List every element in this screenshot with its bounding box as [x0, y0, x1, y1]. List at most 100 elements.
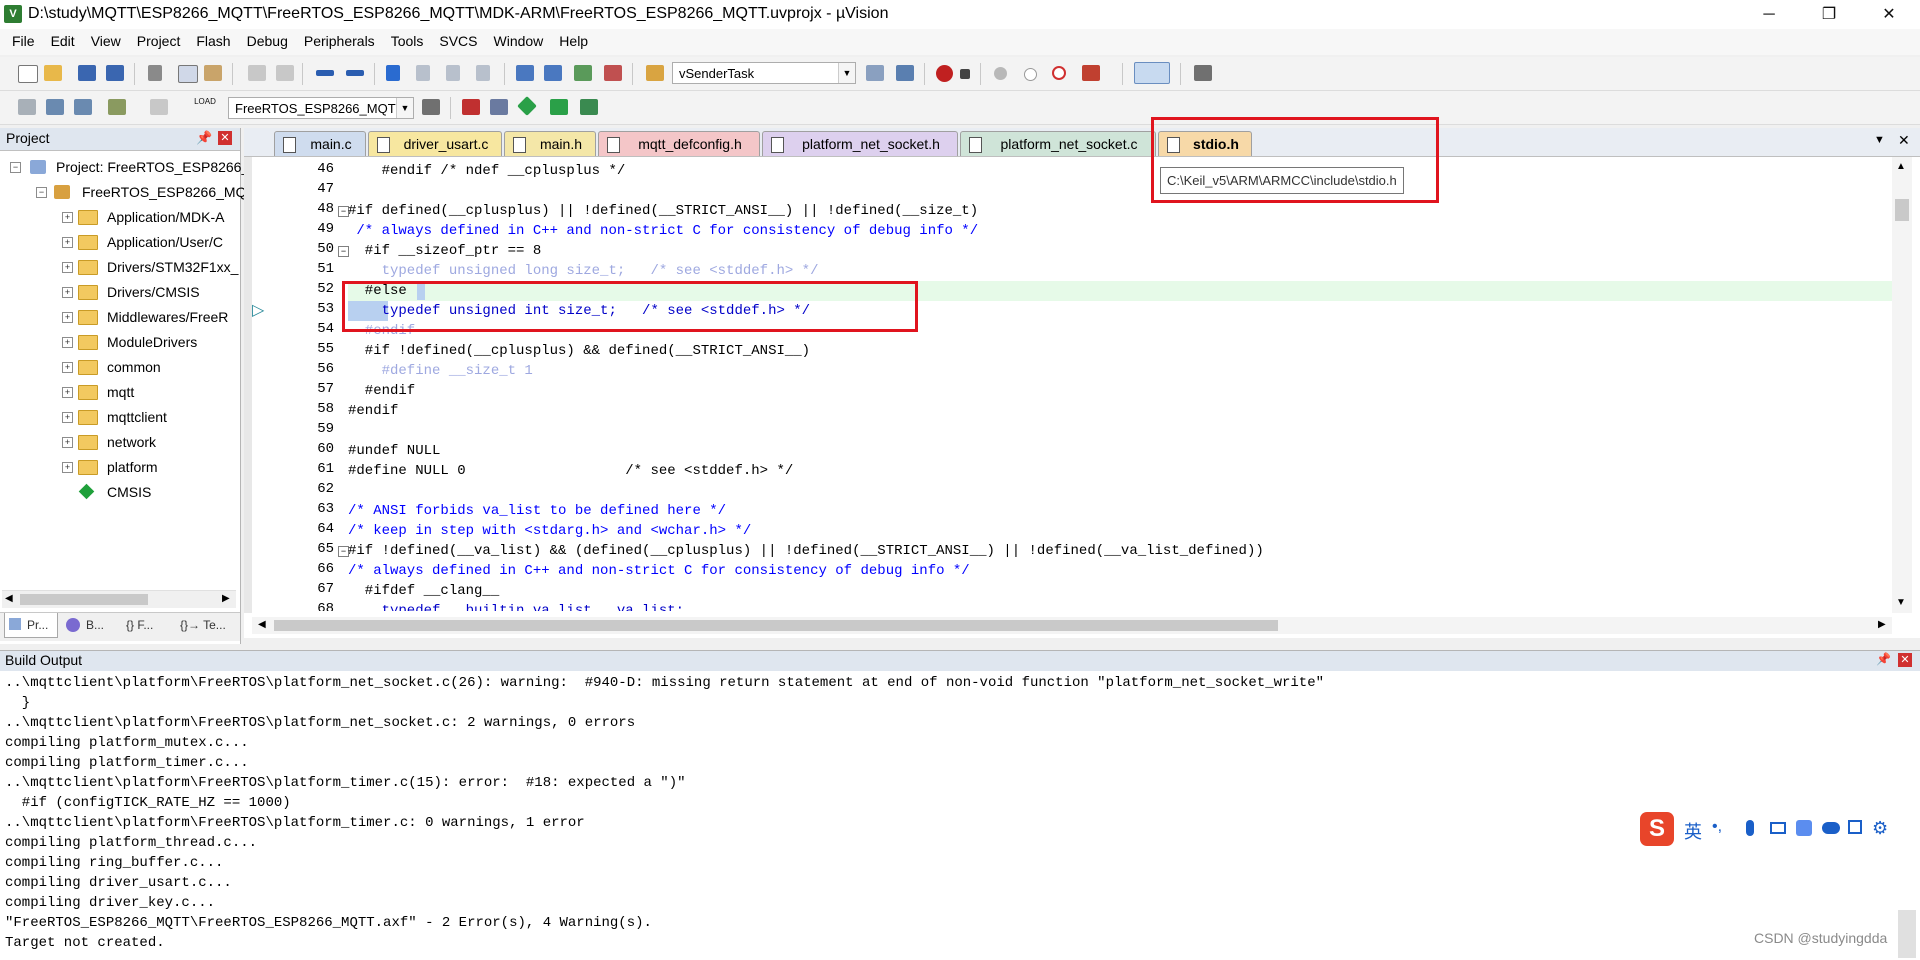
expand-icon[interactable]: + [62, 437, 73, 448]
clear-bookmarks-icon[interactable] [476, 65, 490, 81]
tab-main-h[interactable]: main.h [504, 131, 596, 156]
build-icon[interactable] [46, 99, 64, 115]
uncomment-icon[interactable] [604, 65, 622, 81]
scroll-left-icon[interactable]: ◀ [258, 619, 266, 630]
undo-icon[interactable] [248, 65, 266, 81]
stop-build-icon[interactable] [150, 99, 168, 115]
tree-item-group[interactable]: + ModuleDrivers [0, 331, 240, 353]
tree-item-group[interactable]: + Drivers/CMSIS [0, 281, 240, 303]
expand-icon[interactable]: + [62, 287, 73, 298]
tree-item-target[interactable]: − FreeRTOS_ESP8266_MQT [0, 181, 255, 203]
tab-platform-net-socket-c[interactable]: platform_net_socket.c [960, 131, 1156, 156]
scrollbar-thumb[interactable] [1895, 199, 1909, 221]
close-button[interactable]: ✕ [1860, 0, 1918, 29]
menu-file[interactable]: File [4, 29, 43, 55]
pin-icon[interactable]: 📌 [196, 130, 212, 146]
target-options-icon[interactable] [422, 99, 440, 115]
toolbox-icon[interactable] [1848, 820, 1862, 834]
dropdown-arrow-icon[interactable] [960, 69, 970, 79]
menu-svcs[interactable]: SVCS [431, 29, 485, 55]
tree-item-group[interactable]: + mqttclient [0, 406, 240, 428]
scroll-left-icon[interactable]: ◀ [5, 593, 13, 604]
select-software-packs-icon[interactable] [550, 99, 568, 115]
menu-project[interactable]: Project [129, 29, 189, 55]
build-output-pane[interactable]: ..\mqttclient\platform\FreeRTOS\platform… [0, 671, 1920, 960]
scrollbar-thumb[interactable] [274, 620, 1278, 631]
unindent-icon[interactable] [544, 65, 562, 81]
manage-runtime-environment-icon[interactable] [580, 99, 598, 115]
replace-icon[interactable] [896, 65, 914, 81]
expand-icon[interactable]: + [62, 412, 73, 423]
tab-books[interactable]: B... [64, 613, 114, 637]
save-icon[interactable] [78, 65, 96, 81]
open-folder-icon[interactable] [44, 65, 62, 81]
start-debug-icon[interactable] [936, 65, 953, 82]
rebuild-icon[interactable] [74, 99, 92, 115]
tree-item-group[interactable]: + common [0, 356, 240, 378]
tab-project[interactable]: Pr... [4, 613, 58, 638]
batch-build-icon[interactable] [108, 99, 126, 115]
sogou-logo-icon[interactable]: S [1640, 812, 1674, 846]
new-file-icon[interactable] [18, 65, 38, 83]
bookmark-icon[interactable] [386, 65, 400, 81]
scroll-up-icon[interactable]: ▲ [1896, 161, 1906, 172]
scroll-down-icon[interactable]: ▼ [1896, 597, 1906, 608]
find-icon[interactable] [866, 65, 884, 81]
tree-item-group[interactable]: + Drivers/STM32F1xx_ [0, 256, 240, 278]
pack-installer-icon[interactable] [517, 96, 537, 116]
insert-breakpoint-icon[interactable] [994, 67, 1007, 80]
menu-view[interactable]: View [83, 29, 129, 55]
tab-templates[interactable]: {}→ Te... [178, 613, 234, 637]
editor-horizontal-scrollbar[interactable]: ◀ ▶ [252, 617, 1892, 634]
save-all-icon[interactable] [106, 65, 124, 81]
editor-vertical-scrollbar[interactable]: ▲ ▼ [1892, 157, 1912, 613]
tree-item-project[interactable]: − Project: FreeRTOS_ESP8266_ [0, 156, 249, 178]
indent-icon[interactable] [516, 65, 534, 81]
manage-project-items-icon[interactable] [462, 99, 480, 115]
prev-bookmark-icon[interactable] [416, 65, 430, 81]
redo-icon[interactable] [276, 65, 294, 81]
task-combo[interactable]: vSenderTask ▼ [672, 62, 856, 84]
ime-language[interactable]: 英 [1684, 818, 1702, 844]
tab-platform-net-socket-h[interactable]: platform_net_socket.h [762, 131, 958, 156]
tab-list-dropdown-icon[interactable]: ▼ [1874, 134, 1885, 146]
expand-icon[interactable]: + [62, 337, 73, 348]
tree-item-group[interactable]: + Middlewares/FreeR [0, 306, 240, 328]
expand-icon[interactable]: + [62, 462, 73, 473]
assistant-icon[interactable] [1822, 822, 1840, 834]
menu-help[interactable]: Help [551, 29, 596, 55]
microphone-icon[interactable] [1746, 820, 1754, 836]
collapse-icon[interactable]: − [10, 162, 21, 173]
tab-functions[interactable]: {} F... [124, 613, 174, 637]
scrollbar-thumb[interactable] [20, 594, 148, 605]
menu-debug[interactable]: Debug [239, 29, 296, 55]
tree-item-group[interactable]: + mqtt [0, 381, 240, 403]
cut-icon[interactable] [148, 65, 162, 81]
tree-item-group[interactable]: + platform [0, 456, 240, 478]
expand-icon[interactable]: + [62, 387, 73, 398]
tab-main-c[interactable]: main.c [274, 131, 366, 156]
tree-item-group[interactable]: + Application/User/C [0, 231, 240, 253]
menu-tools[interactable]: Tools [383, 29, 432, 55]
scroll-right-icon[interactable]: ▶ [222, 593, 230, 604]
ime-punctuation[interactable]: •, [1712, 818, 1722, 836]
close-document-icon[interactable]: ✕ [1898, 132, 1910, 149]
window-layout-icon[interactable] [1134, 62, 1170, 84]
paste-icon[interactable] [204, 65, 222, 81]
expand-icon[interactable]: + [62, 312, 73, 323]
menu-flash[interactable]: Flash [188, 29, 238, 55]
comment-icon[interactable] [574, 65, 592, 81]
kill-breakpoints-icon[interactable] [1082, 65, 1100, 81]
expand-icon[interactable]: + [62, 237, 73, 248]
target-combo[interactable]: FreeRTOS_ESP8266_MQT ▼ [228, 97, 414, 119]
chevron-down-icon[interactable]: ▼ [838, 63, 855, 83]
load-icon[interactable]: LOAD [194, 97, 216, 117]
keyboard-icon[interactable] [1770, 822, 1786, 834]
build-output-scrollbar-thumb[interactable] [1898, 910, 1916, 958]
tree-item-group[interactable]: + Application/MDK-A [0, 206, 240, 228]
chevron-down-icon[interactable]: ▼ [396, 98, 413, 118]
tab-driver-usart-c[interactable]: driver_usart.c [368, 131, 502, 156]
settings-gear-icon[interactable]: ⚙ [1872, 818, 1888, 839]
project-horizontal-scrollbar[interactable]: ◀ ▶ [2, 590, 236, 608]
tree-item-group[interactable]: + network [0, 431, 240, 453]
